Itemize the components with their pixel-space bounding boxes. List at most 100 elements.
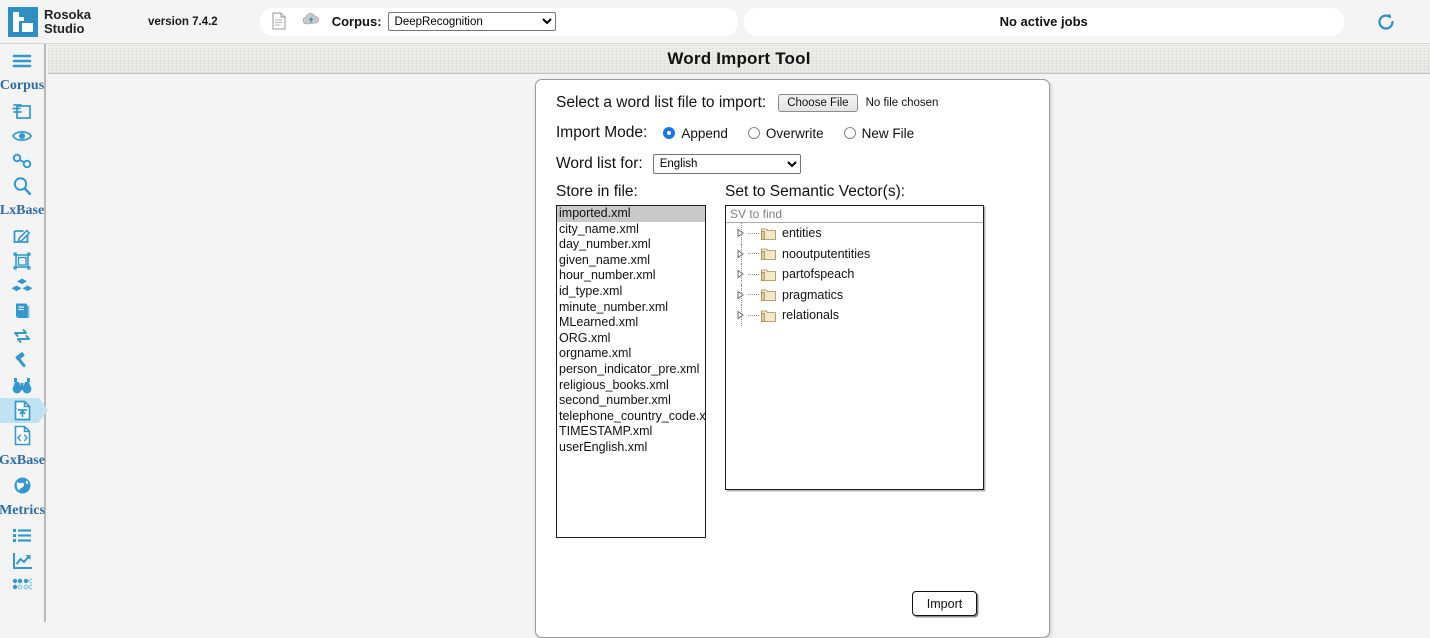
list-item[interactable]: city_name.xml xyxy=(557,222,705,238)
list-item[interactable]: TIMESTAMP.xml xyxy=(557,424,705,440)
sidebar-heading-metrics: Metrics xyxy=(0,498,45,523)
import-mode-radio-group: Append Overwrite New File xyxy=(663,126,934,141)
chevron-right-icon[interactable] xyxy=(736,249,748,259)
radio-overwrite-dot xyxy=(748,127,760,139)
list-item[interactable]: ORG.xml xyxy=(557,331,705,347)
sidebar-heading-corpus: Corpus xyxy=(0,73,45,98)
sidebar-item-link[interactable] xyxy=(0,148,45,173)
sidebar-item-chart[interactable] xyxy=(0,548,45,573)
sidebar-item-word-import[interactable] xyxy=(0,398,45,423)
list-item[interactable]: given_name.xml xyxy=(557,253,705,269)
tree-item-label: nooutputentities xyxy=(782,247,870,261)
list-item[interactable]: id_type.xml xyxy=(557,284,705,300)
sidebar-item-inspect[interactable] xyxy=(0,373,45,398)
sidebar-heading-gxbase: GxBase xyxy=(0,448,45,473)
sidebar-item-globe[interactable] xyxy=(0,473,45,498)
tree-dash xyxy=(748,315,759,316)
tree-item-relationals[interactable]: relationals xyxy=(726,305,983,326)
language-select[interactable]: English xyxy=(653,154,801,174)
brand-line-2: Studio xyxy=(44,22,91,36)
tree-item-label: relationals xyxy=(782,308,839,322)
sidebar-item-view[interactable] xyxy=(0,123,45,148)
corpus-panel: Corpus: DeepRecognition xyxy=(260,8,738,36)
word-list-for-label: Word list for: xyxy=(556,155,643,173)
tree-dash xyxy=(748,294,759,295)
import-mode-row: Import Mode: Append Overwrite New File xyxy=(556,124,934,142)
sidebar-item-transform[interactable] xyxy=(0,323,45,348)
word-import-form-card: Select a word list file to import: Choos… xyxy=(535,79,1050,638)
sidebar-heading-lxbase: LxBase xyxy=(0,198,45,223)
tree-dash xyxy=(748,233,759,234)
list-item[interactable]: userEnglish.xml xyxy=(557,440,705,456)
list-item[interactable]: imported.xml xyxy=(557,206,705,222)
list-item[interactable]: hour_number.xml xyxy=(557,268,705,284)
tree-item-partofspeach[interactable]: partofspeach xyxy=(726,264,983,285)
tree-item-label: pragmatics xyxy=(782,288,843,302)
chevron-right-icon[interactable] xyxy=(736,290,748,300)
sidebar-item-matrix[interactable] xyxy=(0,573,45,598)
import-button[interactable]: Import xyxy=(912,591,977,616)
sidebar-item-hamburger-menu[interactable] xyxy=(0,48,45,73)
corpus-label: Corpus: xyxy=(332,14,382,29)
no-file-chosen-text: No file chosen xyxy=(866,97,939,109)
tree-item-pragmatics[interactable]: pragmatics xyxy=(726,285,983,306)
tree-item-label: partofspeach xyxy=(782,267,854,281)
list-item[interactable]: second_number.xml xyxy=(557,393,705,409)
sidebar-corpus-label: Corpus xyxy=(0,78,44,94)
sidebar-item-gavel[interactable] xyxy=(0,348,45,373)
folder-icon xyxy=(761,309,776,322)
sidebar-lxbase-label: LxBase xyxy=(0,203,44,219)
tree-item-entities[interactable]: entities xyxy=(726,223,983,244)
jobs-status-text: No active jobs xyxy=(1000,14,1088,29)
file-listbox[interactable]: imported.xml city_name.xml day_number.xm… xyxy=(556,205,706,538)
radio-new-file-label: New File xyxy=(862,126,915,141)
radio-append-dot xyxy=(663,127,675,139)
list-item[interactable]: minute_number.xml xyxy=(557,300,705,316)
chevron-right-icon[interactable] xyxy=(736,228,748,238)
folder-icon xyxy=(761,288,776,301)
list-item[interactable]: MLearned.xml xyxy=(557,315,705,331)
refresh-icon[interactable] xyxy=(1372,8,1400,36)
radio-overwrite-label: Overwrite xyxy=(766,126,824,141)
sidebar-item-blocks[interactable] xyxy=(0,273,45,298)
brand-line-1: Rosoka xyxy=(44,8,91,22)
tree-item-label: entities xyxy=(782,226,822,240)
brand-text: Rosoka Studio xyxy=(44,8,91,36)
radio-new-file[interactable]: New File xyxy=(844,126,915,141)
select-file-label: Select a word list file to import: xyxy=(556,94,766,112)
page-title: Word Import Tool xyxy=(667,49,810,69)
store-in-file-label: Store in file: xyxy=(556,183,706,201)
sidebar-item-dictionary[interactable] xyxy=(0,298,45,323)
folder-icon xyxy=(761,227,776,240)
sidebar-item-documents[interactable] xyxy=(0,98,45,123)
sv-search-input[interactable]: SV to find xyxy=(726,206,983,223)
import-mode-label: Import Mode: xyxy=(556,124,647,142)
list-item[interactable]: telephone_country_code.xml xyxy=(557,409,705,425)
store-in-file-column: Store in file: imported.xml city_name.xm… xyxy=(556,183,706,538)
cloud-upload-icon[interactable] xyxy=(302,12,320,32)
radio-append[interactable]: Append xyxy=(663,126,728,141)
sidebar-item-code[interactable] xyxy=(0,423,45,448)
word-list-language-row: Word list for: English xyxy=(556,154,801,174)
sidebar-item-search[interactable] xyxy=(0,173,45,198)
sidebar-item-list[interactable] xyxy=(0,523,45,548)
chevron-right-icon[interactable] xyxy=(736,310,748,320)
tree-item-nooutputentities[interactable]: nooutputentities xyxy=(726,244,983,265)
main-content: Word Import Tool Select a word list file… xyxy=(48,44,1430,622)
list-item[interactable]: person_indicator_pre.xml xyxy=(557,362,705,378)
semantic-vector-tree[interactable]: SV to find entities xyxy=(725,205,984,490)
sidebar-item-edit[interactable] xyxy=(0,223,45,248)
radio-append-label: Append xyxy=(681,126,728,141)
semantic-vectors-label: Set to Semantic Vector(s): xyxy=(725,183,984,201)
corpus-select[interactable]: DeepRecognition xyxy=(388,12,556,31)
list-item[interactable]: orgname.xml xyxy=(557,346,705,362)
document-icon[interactable] xyxy=(272,12,290,32)
sidebar-gxbase-label: GxBase xyxy=(0,453,45,469)
list-item[interactable]: day_number.xml xyxy=(557,237,705,253)
sidebar-item-select-region[interactable] xyxy=(0,248,45,273)
list-item[interactable]: religious_books.xml xyxy=(557,378,705,394)
chevron-right-icon[interactable] xyxy=(736,269,748,279)
rosoka-logo-icon xyxy=(8,7,38,37)
choose-file-button[interactable]: Choose File xyxy=(778,94,857,112)
radio-overwrite[interactable]: Overwrite xyxy=(748,126,824,141)
